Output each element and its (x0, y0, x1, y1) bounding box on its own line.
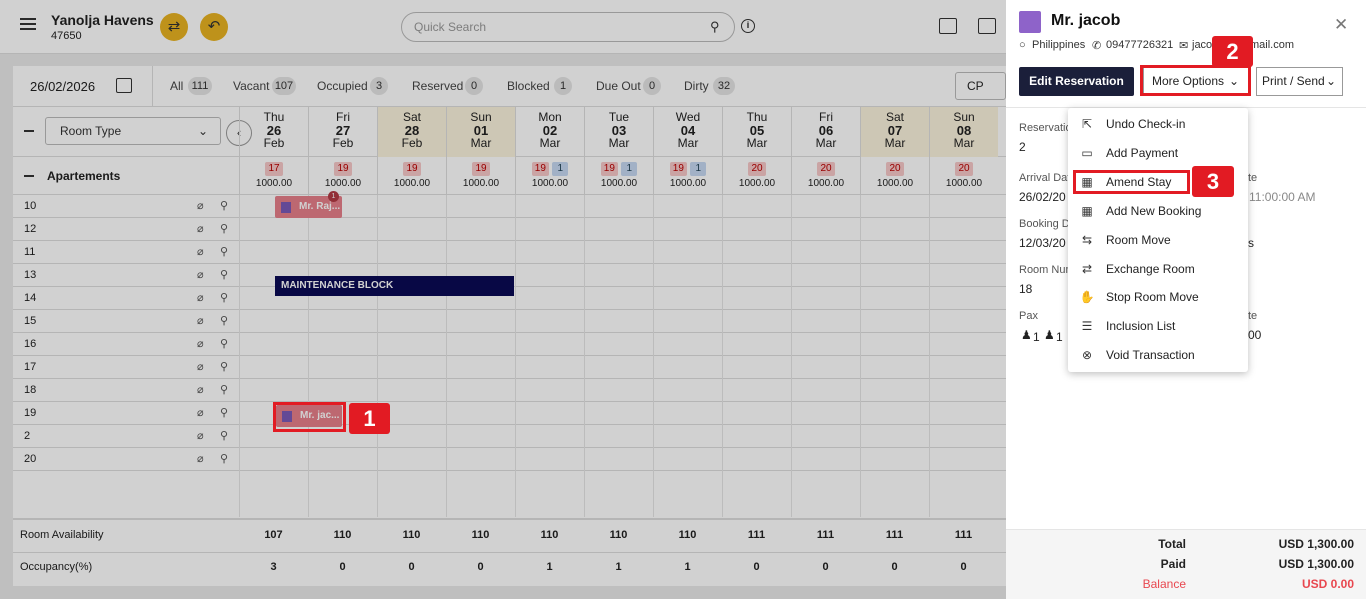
guest-name: Mr. jacob (1051, 12, 1121, 29)
booking-date-label: Booking D (1019, 218, 1070, 230)
highlight-box-booking (273, 402, 346, 432)
child-icon: ♟ (1044, 328, 1055, 342)
room-number-value: 18 (1019, 282, 1033, 296)
location-pin-icon: ○ (1019, 39, 1026, 51)
menu-item-void-transaction[interactable]: ⊗ Void Transaction (1068, 341, 1248, 370)
highlight-box-amend-stay (1073, 170, 1190, 194)
paid-value: USD 1,300.00 (1278, 557, 1354, 571)
modal-overlay[interactable] (0, 0, 1006, 599)
menu-item-add-new-booking[interactable]: ▦ Add New Booking (1068, 197, 1248, 226)
menu-item-label: Stop Room Move (1106, 290, 1199, 305)
menu-item-label: Add New Booking (1106, 203, 1202, 218)
menu-item-inclusion-list[interactable]: ☰ Inclusion List (1068, 312, 1248, 341)
menu-item-label: Add Payment (1106, 145, 1179, 160)
menu-item-label: Undo Check-in (1106, 117, 1186, 131)
balance-value: USD 0.00 (1301, 577, 1354, 591)
email-icon: ✉ (1179, 40, 1189, 52)
reservation-label: Reservatio (1019, 122, 1072, 134)
pax-label: Pax (1019, 310, 1038, 322)
guest-email-end: mail.com (1250, 39, 1295, 51)
menu-item-exchange-room[interactable]: ⇄ Exchange Room (1068, 255, 1248, 284)
phone-icon: ✆ (1092, 40, 1102, 52)
menu-item-add-payment[interactable]: ▭ Add Payment (1068, 139, 1248, 168)
menu-item-label: Void Transaction (1106, 348, 1195, 363)
callout-1: 1 (349, 403, 390, 434)
hand-stop-icon: ✋ (1079, 290, 1095, 305)
close-icon[interactable]: ✕ (1334, 15, 1348, 35)
departure-label: te (1248, 172, 1258, 184)
guest-country: Philippines (1032, 39, 1086, 51)
menu-item-label: Exchange Room (1106, 261, 1195, 276)
balance-label: Balance (1142, 577, 1186, 591)
calendar-add-icon: ▦ (1081, 203, 1093, 218)
menu-item-undo-check-in[interactable]: ⇱ Undo Check-in (1068, 110, 1248, 139)
callout-3: 3 (1192, 166, 1234, 197)
bed-exchange-icon: ⇄ (1081, 261, 1093, 276)
adult-count: 1 (1033, 330, 1040, 344)
menu-item-room-move[interactable]: ⇆ Room Move (1068, 226, 1248, 255)
booking-date-value: 12/03/20 (1019, 236, 1066, 250)
arrival-label: Arrival Dat (1019, 172, 1071, 184)
rate-label: te (1248, 310, 1258, 322)
guest-email-start: jaco (1192, 39, 1213, 51)
room-number-label: Room Num (1019, 264, 1075, 276)
payment-card-icon: ▭ (1081, 145, 1093, 160)
undo-checkin-icon: ⇱ (1081, 117, 1093, 131)
adult-icon: ♟ (1021, 328, 1032, 342)
paid-label: Paid (1160, 557, 1186, 571)
menu-item-label: Room Move (1106, 232, 1171, 247)
total-label: Total (1158, 537, 1186, 551)
guest-phone: 09477726321 (1106, 39, 1174, 51)
total-value: USD 1,300.00 (1278, 537, 1354, 551)
bed-move-icon: ⇆ (1081, 232, 1093, 247)
reservation-value: 2 (1019, 140, 1026, 154)
arrival-value: 26/02/20 (1019, 190, 1066, 204)
highlight-box-more-options (1140, 65, 1251, 96)
departure-value: 6 11:00:00 AM (1239, 190, 1316, 204)
building-icon (1019, 11, 1041, 33)
print-send-button[interactable]: Print / Send ⌄ (1256, 67, 1343, 96)
menu-item-label: Inclusion List (1106, 319, 1176, 334)
inclusion-icon: ☰ (1081, 319, 1093, 334)
void-x-icon: ⊗ (1081, 348, 1093, 363)
edit-reservation-button[interactable]: Edit Reservation (1019, 67, 1134, 96)
chevron-down-icon: ⌄ (1325, 74, 1336, 88)
rate-value: 00 (1248, 328, 1262, 342)
source-value: s (1248, 236, 1254, 250)
child-count: 1 (1056, 330, 1063, 344)
callout-2: 2 (1212, 36, 1253, 67)
menu-item-stop-room-move[interactable]: ✋ Stop Room Move (1068, 283, 1248, 312)
print-send-label: Print / Send (1262, 74, 1325, 88)
